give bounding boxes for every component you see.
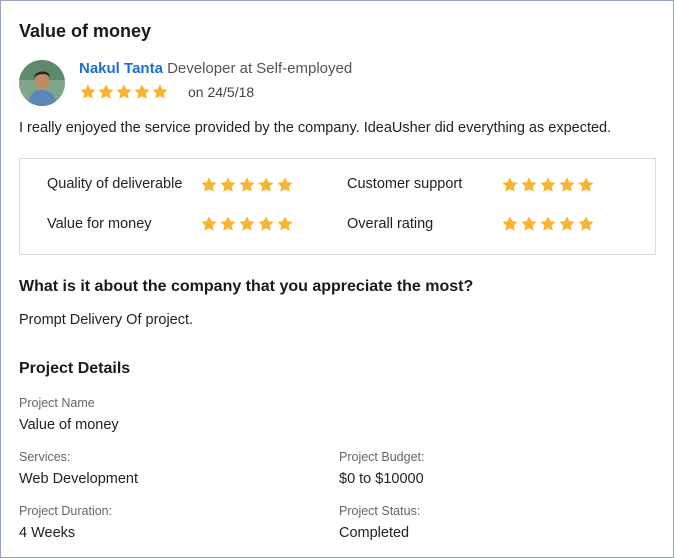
star-icon: [220, 216, 236, 231]
project-name-label: Project Name: [19, 396, 95, 410]
star-icon: [578, 216, 594, 231]
budget-label: Project Budget:: [339, 450, 425, 464]
rating-stars-customer-support: [501, 176, 595, 194]
reviewer-name-link[interactable]: Nakul Tanta: [79, 60, 163, 77]
star-icon: [80, 84, 96, 99]
star-icon: [201, 177, 217, 192]
reviewer-line: Nakul Tanta Developer at Self-employed: [79, 60, 352, 77]
status-value: Completed: [339, 525, 410, 541]
reviewer-role: Developer at Self-employed: [167, 60, 353, 77]
star-icon: [559, 216, 575, 231]
star-icon: [521, 216, 537, 231]
review-date: on 24/5/18: [188, 84, 255, 100]
duration-label: Project Duration:: [19, 504, 113, 518]
review-card: Value of money Nakul Tanta Developer at …: [0, 0, 674, 558]
avatar: [19, 60, 65, 106]
rating-label-customer-support: Customer support: [347, 176, 463, 192]
duration-value: 4 Weeks: [19, 525, 76, 541]
project-details-heading: Project Details: [19, 360, 131, 377]
rating-stars-quality: [200, 176, 294, 194]
status-label: Project Status:: [339, 504, 421, 518]
review-text: I really enjoyed the service provided by…: [19, 120, 612, 136]
star-icon: [258, 177, 274, 192]
star-icon: [578, 177, 594, 192]
star-icon: [540, 177, 556, 192]
budget-value: $0 to $10000: [339, 471, 424, 487]
star-icon: [201, 216, 217, 231]
rating-label-quality: Quality of deliverable: [47, 176, 183, 192]
star-icon: [220, 177, 236, 192]
review-star-rating: [79, 83, 169, 101]
star-icon: [277, 177, 293, 192]
star-icon: [540, 216, 556, 231]
question-answer: Prompt Delivery Of project.: [19, 312, 194, 328]
services-value: Web Development: [19, 471, 139, 487]
services-label: Services:: [19, 450, 71, 464]
star-icon: [502, 177, 518, 192]
rating-stars-value: [200, 215, 294, 233]
ratings-breakdown: Quality of deliverable Customer support …: [19, 158, 656, 255]
star-icon: [502, 216, 518, 231]
star-icon: [98, 84, 114, 99]
star-icon: [277, 216, 293, 231]
star-icon: [239, 216, 255, 231]
rating-label-value: Value for money: [47, 216, 152, 232]
star-icon: [134, 84, 150, 99]
star-icon: [258, 216, 274, 231]
rating-stars-overall: [501, 215, 595, 233]
star-icon: [559, 177, 575, 192]
star-icon: [521, 177, 537, 192]
review-title: Value of money: [19, 21, 152, 41]
star-icon: [116, 84, 132, 99]
star-icon: [239, 177, 255, 192]
question-heading: What is it about the company that you ap…: [19, 278, 474, 295]
rating-label-overall: Overall rating: [347, 216, 434, 232]
star-icon: [152, 84, 168, 99]
project-name-value: Value of money: [19, 417, 119, 433]
